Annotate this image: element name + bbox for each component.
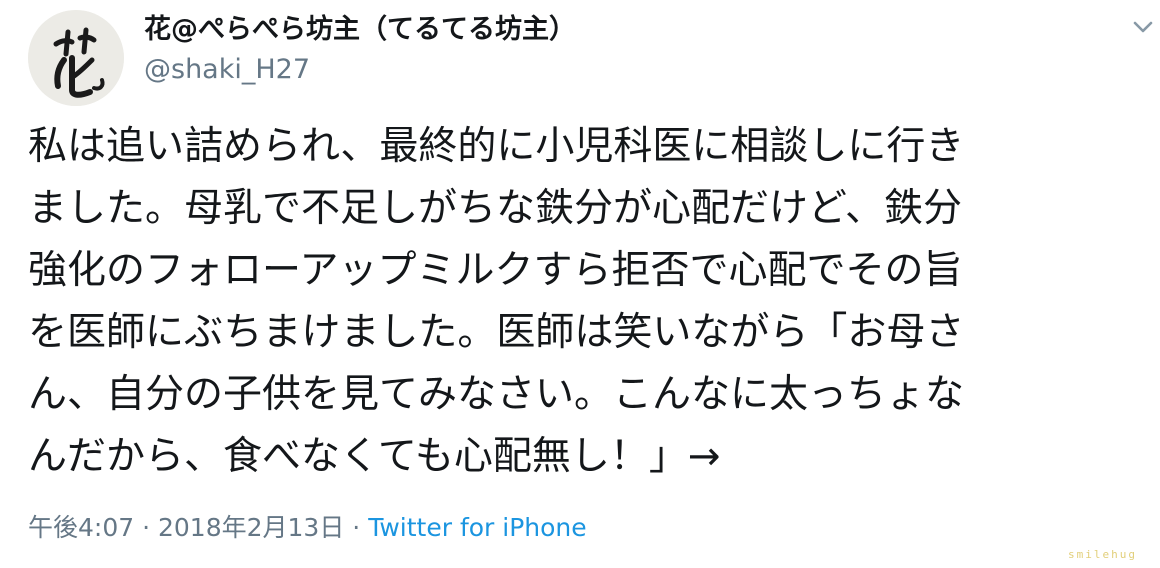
avatar[interactable] <box>28 10 124 106</box>
tweet-text: 私は追い詰められ、最終的に小児科医に相談しに行き ました。母乳で不足しがちな鉄分… <box>28 116 1148 488</box>
tweet-card: 花@ぺらぺら坊主（てるてる坊主） @shaki_H27 私は追い詰められ、最終的… <box>0 0 1160 568</box>
tweet-text-line: 強化のフォローアップミルクすら拒否で心配でその旨 <box>28 248 963 293</box>
tweet-time[interactable]: 午後4:07 <box>28 513 134 542</box>
chevron-down-icon[interactable] <box>1130 14 1156 40</box>
tweet-source-link[interactable]: Twitter for iPhone <box>368 513 586 542</box>
tweet-text-line: ました。母乳で不足しがちな鉄分が心配だけど、鉄分 <box>28 186 963 231</box>
tweet-text-line: を医師にぶちまけました。医師は笑いながら「お母さ <box>28 310 965 355</box>
separator-dot: · <box>142 513 151 542</box>
separator-dot: · <box>352 513 361 542</box>
display-name[interactable]: 花@ぺらぺら坊主（てるてる坊主） <box>144 10 576 50</box>
tweet-text-line: んだから、食べなくても心配無し！」→ <box>28 434 721 479</box>
tweet-date[interactable]: 2018年2月13日 <box>158 513 344 542</box>
tweet-text-line: ん、自分の子供を見てみなさい。こんなに太っちょな <box>28 372 965 417</box>
user-handle[interactable]: @shaki_H27 <box>144 50 310 90</box>
calligraphy-avatar-icon <box>28 10 124 106</box>
watermark: smilehug <box>1068 548 1137 561</box>
tweet-text-line: 私は追い詰められ、最終的に小児科医に相談しに行き <box>28 124 965 169</box>
tweet-metadata: 午後4:07 · 2018年2月13日 · Twitter for iPhone <box>28 508 587 548</box>
